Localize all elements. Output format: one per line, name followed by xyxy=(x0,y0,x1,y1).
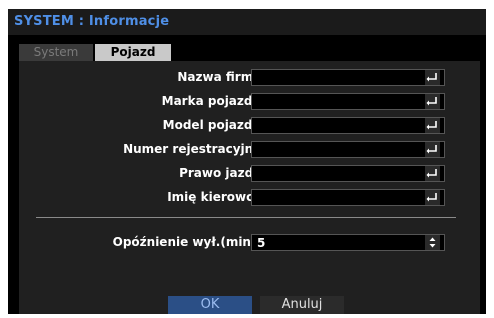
title-bar: SYSTEM : Informacje xyxy=(8,9,486,35)
enter-icon[interactable] xyxy=(425,166,440,181)
vehicle-brand-field[interactable] xyxy=(251,93,445,110)
shutdown-delay-field[interactable]: 5 xyxy=(251,234,445,251)
ok-button[interactable]: OK xyxy=(168,296,252,314)
shutdown-delay-value: 5 xyxy=(257,236,266,250)
shutdown-delay-label: Opóźnienie wył.(min.) : xyxy=(112,235,270,249)
driver-name-field[interactable] xyxy=(251,189,445,206)
enter-icon[interactable] xyxy=(425,70,440,85)
enter-icon[interactable] xyxy=(425,118,440,133)
vehicle-model-field[interactable] xyxy=(251,117,445,134)
driving-license-field[interactable] xyxy=(251,165,445,182)
tab-pojazd[interactable]: Pojazd xyxy=(95,44,171,61)
divider xyxy=(36,217,456,218)
company-name-field[interactable] xyxy=(251,69,445,86)
registration-number-label: Numer rejestracyjny : xyxy=(123,142,270,156)
registration-number-field[interactable] xyxy=(251,141,445,158)
cancel-button[interactable]: Anuluj xyxy=(260,296,344,314)
tab-system[interactable]: System xyxy=(19,44,93,61)
up-down-spinner-icon[interactable] xyxy=(425,235,440,250)
window-title: SYSTEM : Informacje xyxy=(14,14,170,29)
enter-icon[interactable] xyxy=(425,190,440,205)
enter-icon[interactable] xyxy=(425,94,440,109)
enter-icon[interactable] xyxy=(425,142,440,157)
